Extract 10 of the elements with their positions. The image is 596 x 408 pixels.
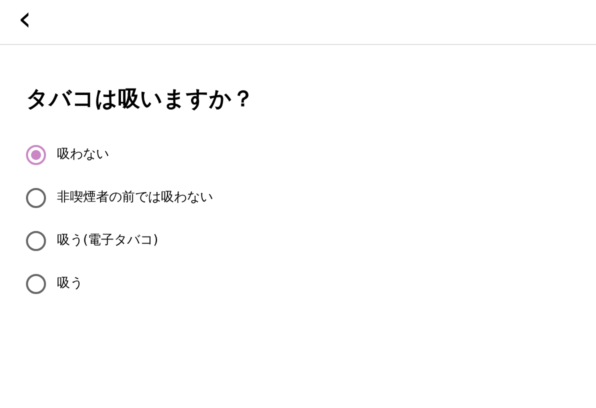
option-label[interactable]: 吸う(電子タバコ): [57, 229, 158, 254]
back-button[interactable]: ‹: [14, 2, 36, 42]
radio-button[interactable]: [26, 231, 46, 252]
option-label[interactable]: 吸わない: [57, 143, 109, 168]
question-title: タバコは吸いますか？: [26, 87, 255, 114]
option-label[interactable]: 吸う: [57, 272, 83, 296]
radio-button[interactable]: [26, 274, 46, 294]
radio-button[interactable]: [26, 188, 46, 208]
option-label[interactable]: 非喫煙者の前では吸わない: [57, 186, 213, 210]
radio-button[interactable]: [26, 145, 46, 166]
